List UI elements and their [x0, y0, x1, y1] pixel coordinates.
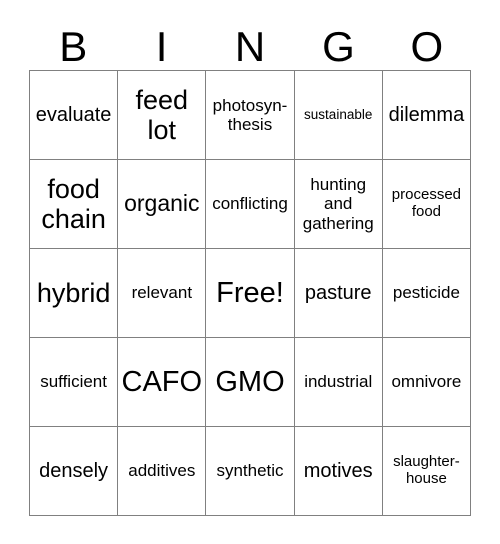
bingo-free-space[interactable]: Free!	[206, 249, 295, 338]
bingo-cell[interactable]: CAFO	[118, 338, 207, 427]
bingo-cell[interactable]: hunting and gathering	[294, 160, 383, 249]
bingo-header-letter-i: I	[155, 23, 168, 70]
bingo-cell[interactable]: organic	[118, 160, 207, 249]
bingo-cell[interactable]: GMO	[206, 338, 295, 427]
bingo-cell[interactable]: omnivore	[382, 338, 472, 427]
bingo-cell[interactable]: feed lot	[118, 71, 207, 160]
bingo-free-space-label: Free!	[216, 276, 284, 309]
bingo-row: hybrid relevant Free! pasture pesticide	[30, 249, 472, 338]
bingo-cell-label: relevant	[131, 283, 193, 303]
bingo-cell-label: additives	[128, 461, 196, 481]
bingo-cell-label: slaughter-house	[393, 453, 460, 487]
bingo-cell-label: motives	[303, 459, 373, 482]
bingo-cell-label: sufficient	[40, 372, 107, 392]
bingo-header-letter-b: B	[59, 23, 88, 70]
bingo-cell[interactable]: conflicting	[206, 160, 295, 249]
bingo-cell[interactable]: photosyn-thesis	[206, 71, 295, 160]
bingo-header-row: B I N G O	[29, 14, 471, 68]
bingo-cell[interactable]: pasture	[294, 249, 383, 338]
bingo-cell-label: GMO	[215, 365, 285, 398]
bingo-cell-label: dilemma	[388, 103, 465, 126]
bingo-cell[interactable]: food chain	[30, 160, 119, 249]
bingo-cell[interactable]: hybrid	[30, 249, 119, 338]
bingo-cell[interactable]: relevant	[118, 249, 207, 338]
bingo-cell[interactable]: sufficient	[30, 338, 119, 427]
bingo-cell[interactable]: industrial	[294, 338, 383, 427]
bingo-cell-label: densely	[39, 459, 109, 482]
bingo-row: evaluate feed lot photosyn-thesis sustai…	[30, 71, 472, 160]
bingo-cell-label: processed food	[391, 186, 462, 220]
bingo-row: sufficient CAFO GMO industrial omnivore	[30, 338, 472, 427]
bingo-cell-label: pesticide	[392, 283, 460, 303]
bingo-cell[interactable]: synthetic	[206, 427, 295, 516]
bingo-cell-label: evaluate	[35, 103, 112, 126]
bingo-cell-label: omnivore	[391, 372, 462, 392]
bingo-cell-label: CAFO	[121, 365, 203, 398]
bingo-cell-label: hunting and gathering	[302, 175, 374, 233]
bingo-cell[interactable]: evaluate	[30, 71, 119, 160]
bingo-cell-label: synthetic	[216, 461, 284, 481]
bingo-cell-label: organic	[124, 190, 200, 217]
bingo-cell[interactable]: pesticide	[382, 249, 472, 338]
bingo-header-letter-n: N	[234, 23, 266, 70]
bingo-header-letter-g: G	[322, 23, 355, 70]
bingo-cell-label: industrial	[304, 372, 373, 392]
bingo-cell[interactable]: dilemma	[382, 71, 472, 160]
bingo-cell-label: photosyn-thesis	[212, 95, 288, 134]
bingo-row: food chain organic conflicting hunting a…	[30, 160, 472, 249]
bingo-cell-label: hybrid	[36, 277, 111, 308]
bingo-cell-label: pasture	[304, 281, 372, 304]
bingo-card: B I N G O evaluate feed lot photosyn-the…	[0, 0, 500, 544]
bingo-cell-label: feed lot	[135, 84, 189, 145]
bingo-cell-label: food chain	[41, 173, 106, 234]
bingo-cell[interactable]: slaughter-house	[382, 427, 472, 516]
bingo-cell[interactable]: densely	[30, 427, 119, 516]
bingo-cell[interactable]: additives	[118, 427, 207, 516]
bingo-cell[interactable]: sustainable	[294, 71, 383, 160]
bingo-cell-label: conflicting	[212, 194, 288, 214]
bingo-cell[interactable]: processed food	[382, 160, 472, 249]
bingo-header-letter-o: O	[410, 23, 444, 70]
bingo-grid: evaluate feed lot photosyn-thesis sustai…	[29, 70, 472, 516]
bingo-cell-label: sustainable	[304, 107, 373, 123]
bingo-cell[interactable]: motives	[294, 427, 383, 516]
bingo-row: densely additives synthetic motives slau…	[30, 427, 472, 516]
